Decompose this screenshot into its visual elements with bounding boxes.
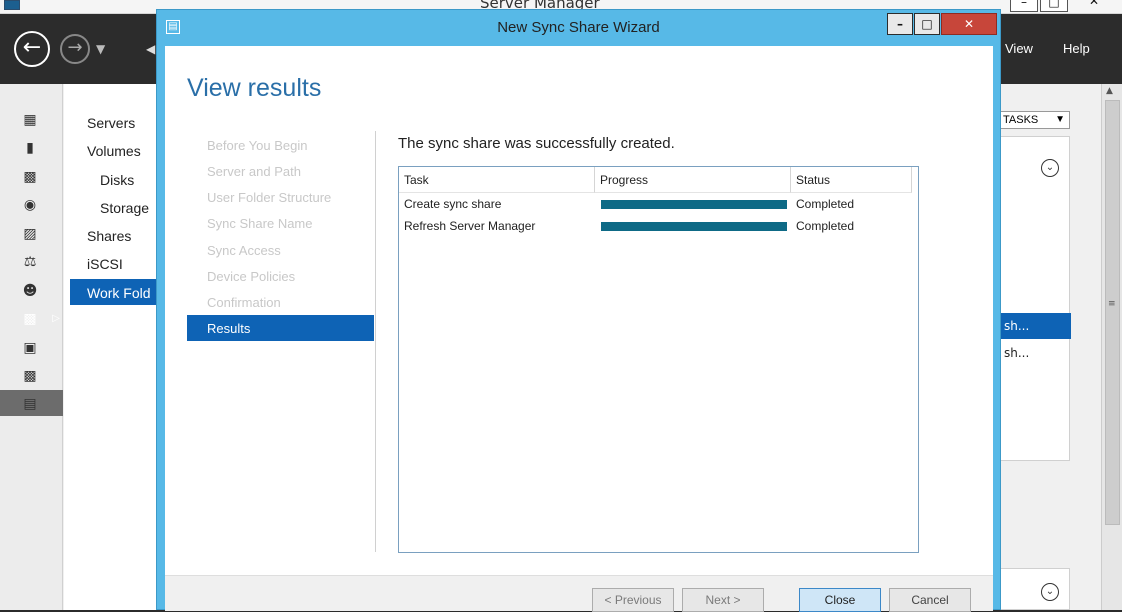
sm-close-button[interactable]: ✕ xyxy=(1070,0,1118,12)
nav-item-volumes[interactable]: Volumes xyxy=(87,143,141,159)
task-status: Completed xyxy=(796,219,855,233)
scroll-grip-icon: ≡ xyxy=(1108,299,1116,309)
nav-item-work-folders[interactable]: Work Fold xyxy=(87,285,151,301)
wizard-body: View results Before You Begin Server and… xyxy=(165,46,993,612)
cancel-button[interactable]: Cancel xyxy=(889,588,971,612)
tasks-label: TASKS xyxy=(1003,114,1039,126)
expand-arrow-icon[interactable]: ▷ xyxy=(48,311,64,327)
task-name: Create sync share xyxy=(404,197,502,211)
ad-servers-icon[interactable]: ▨ xyxy=(22,226,38,242)
wizard-footer: < Previous Next > Close Cancel xyxy=(165,575,993,612)
file-storage-icon[interactable]: ▩ xyxy=(22,311,38,327)
left-icon-rail: ▦ ▮ ▩ ◉ ▨ ⚖ ☻ ▩ ▷ ▣ ▩ ▤ xyxy=(0,84,63,610)
wizard-minimize-button[interactable]: – xyxy=(887,13,913,35)
breadcrumb-arrow-icon: ◀ xyxy=(146,42,156,56)
result-message: The sync share was successfully created. xyxy=(398,135,675,152)
page-title: View results xyxy=(187,74,322,102)
remote-desktop-icon[interactable]: ▤ xyxy=(22,396,38,412)
step-sync-share-name[interactable]: Sync Share Name xyxy=(207,216,313,231)
step-server-and-path[interactable]: Server and Path xyxy=(207,164,301,179)
back-arrow-icon[interactable]: ← xyxy=(14,31,50,67)
scrollbar-thumb[interactable]: ≡ xyxy=(1105,100,1120,525)
tools-icon[interactable]: ⚖ xyxy=(22,254,38,270)
wizard-maximize-button[interactable]: □ xyxy=(914,13,940,35)
step-sync-access[interactable]: Sync Access xyxy=(207,243,281,258)
task-name: Refresh Server Manager xyxy=(404,219,536,233)
wizard-title: New Sync Share Wizard xyxy=(497,19,660,36)
disk-role-icon[interactable]: ▣ xyxy=(22,340,38,356)
step-before-you-begin[interactable]: Before You Begin xyxy=(207,138,307,153)
column-header-task[interactable]: Task xyxy=(399,167,595,193)
nav-item-shares[interactable]: Shares xyxy=(87,228,131,244)
nav-item-servers[interactable]: Servers xyxy=(87,115,135,131)
server-manager-app-icon xyxy=(4,0,20,10)
list-item-selected[interactable]: sh... xyxy=(1001,313,1071,339)
local-server-icon[interactable]: ▮ xyxy=(22,140,38,156)
step-user-folder-structure[interactable]: User Folder Structure xyxy=(207,190,331,205)
nav-item-disks[interactable]: Disks xyxy=(100,172,134,188)
ad-users-icon[interactable]: ◉ xyxy=(22,197,38,213)
scroll-up-icon[interactable]: ▲ xyxy=(1106,86,1113,96)
nav-item-iscsi[interactable]: iSCSI xyxy=(87,256,123,272)
forward-arrow-icon[interactable]: → xyxy=(60,34,90,64)
step-confirmation[interactable]: Confirmation xyxy=(207,295,281,310)
tasks-dropdown[interactable]: TASKS ▼ xyxy=(1000,111,1070,129)
previous-button[interactable]: < Previous xyxy=(592,588,674,612)
sm-minimize-button[interactable]: – xyxy=(1010,0,1038,12)
user-server-icon[interactable]: ☻ xyxy=(22,283,38,299)
progress-bar xyxy=(601,222,787,231)
column-header-status[interactable]: Status xyxy=(791,167,912,193)
chevron-down-icon[interactable]: ⌄ xyxy=(1041,159,1059,177)
file-storage-nav: Servers Volumes Disks Storage Shares iSC… xyxy=(64,84,170,610)
chevron-down-icon[interactable]: ⌄ xyxy=(1041,583,1059,601)
close-button[interactable]: Close xyxy=(799,588,881,612)
print-server-icon[interactable]: ▩ xyxy=(22,368,38,384)
history-dropdown-icon[interactable]: ▼ xyxy=(96,42,105,56)
right-tile-2: ⌄ xyxy=(1000,568,1070,610)
wizard-close-button[interactable]: ✕ xyxy=(941,13,997,35)
task-status: Completed xyxy=(796,197,855,211)
new-sync-share-wizard: ▤ New Sync Share Wizard – □ ✕ View resul… xyxy=(156,9,1001,612)
progress-bar xyxy=(601,200,787,209)
task-results-table: Task Progress Status Create sync share C… xyxy=(398,166,919,553)
nav-item-storage[interactable]: Storage xyxy=(100,200,149,216)
vertical-scrollbar[interactable]: ▲ ≡ xyxy=(1101,84,1122,610)
all-servers-icon[interactable]: ▩ xyxy=(22,169,38,185)
menu-view[interactable]: View xyxy=(1005,41,1033,56)
step-device-policies[interactable]: Device Policies xyxy=(207,269,295,284)
list-item[interactable]: sh... xyxy=(1001,342,1071,364)
step-results[interactable]: Results xyxy=(207,321,250,336)
dashboard-icon[interactable]: ▦ xyxy=(22,112,38,128)
right-tile-1: ⌄ sh... sh... xyxy=(1000,136,1071,461)
wizard-divider xyxy=(375,131,376,552)
tasks-dropdown-icon: ▼ xyxy=(1055,114,1065,125)
sm-maximize-button[interactable]: □ xyxy=(1040,0,1068,12)
menu-help[interactable]: Help xyxy=(1063,41,1090,56)
column-header-progress[interactable]: Progress xyxy=(595,167,791,193)
next-button[interactable]: Next > xyxy=(682,588,764,612)
